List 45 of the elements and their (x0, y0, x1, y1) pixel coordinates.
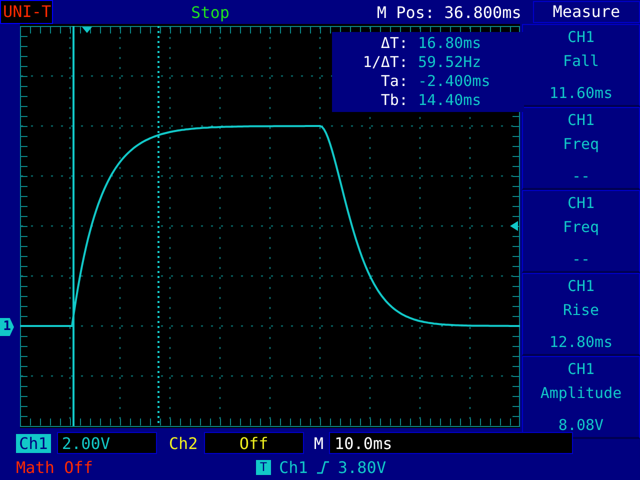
measure-value: 12.80ms (549, 332, 613, 353)
rising-edge-icon (316, 460, 330, 474)
brand-logo: UNI-T (0, 0, 53, 24)
menu-title: Measure (532, 1, 640, 23)
measure-item[interactable]: CH1 Freq -- (522, 107, 640, 190)
cursor-label: ΔT: (380, 34, 408, 53)
channel-label: Ch2 (168, 434, 198, 452)
measure-item[interactable]: CH1 Rise 12.80ms (522, 273, 640, 356)
timebase-scale: 10.0ms (329, 432, 574, 454)
trigger-level-icon (510, 221, 518, 231)
measure-type: Amplitude (540, 383, 622, 404)
measure-item[interactable]: CH1 Freq -- (522, 190, 640, 273)
timebase-label: M (314, 434, 324, 452)
channel-label: Ch1 (16, 434, 51, 452)
cursor-b-line[interactable] (158, 26, 160, 426)
measure-type: Fall (562, 51, 600, 72)
cursor-label: 1/ΔT: (362, 53, 408, 72)
measure-type: Freq (562, 134, 600, 155)
cursor-value: 16.80ms (418, 34, 482, 53)
measure-channel: CH1 (567, 276, 595, 297)
measure-value: -- (572, 249, 590, 270)
cursor-value: -2.400ms (418, 72, 492, 91)
measure-type: Rise (562, 300, 600, 321)
measure-channel: CH1 (567, 359, 595, 380)
horizontal-position: M Pos: 36.800ms (376, 2, 522, 22)
measure-value: -- (572, 166, 590, 187)
measure-item[interactable]: CH1 Fall 11.60ms (522, 24, 640, 107)
measure-channel: CH1 (567, 110, 595, 131)
measure-channel: CH1 (567, 193, 595, 214)
measure-type: Freq (562, 217, 600, 238)
cursor-label: Tb: (380, 91, 408, 110)
measure-value: 11.60ms (549, 83, 613, 104)
trigger-badge: T (256, 460, 271, 474)
run-status: Stop (190, 2, 230, 22)
channel-marker: 1 (0, 318, 14, 336)
trigger-level: 3.80V (338, 458, 386, 476)
trigger-position-icon (82, 27, 92, 33)
trigger-source: Ch1 (279, 458, 308, 476)
channel-state: Off (204, 432, 304, 454)
cursor-label: Ta: (380, 72, 408, 91)
cursor-value: 59.52Hz (418, 53, 482, 72)
math-status: Math Off (16, 458, 94, 476)
channel-scale: 2.00V (56, 432, 157, 454)
cursor-value: 14.40ms (418, 91, 482, 110)
measure-channel: CH1 (567, 27, 595, 48)
